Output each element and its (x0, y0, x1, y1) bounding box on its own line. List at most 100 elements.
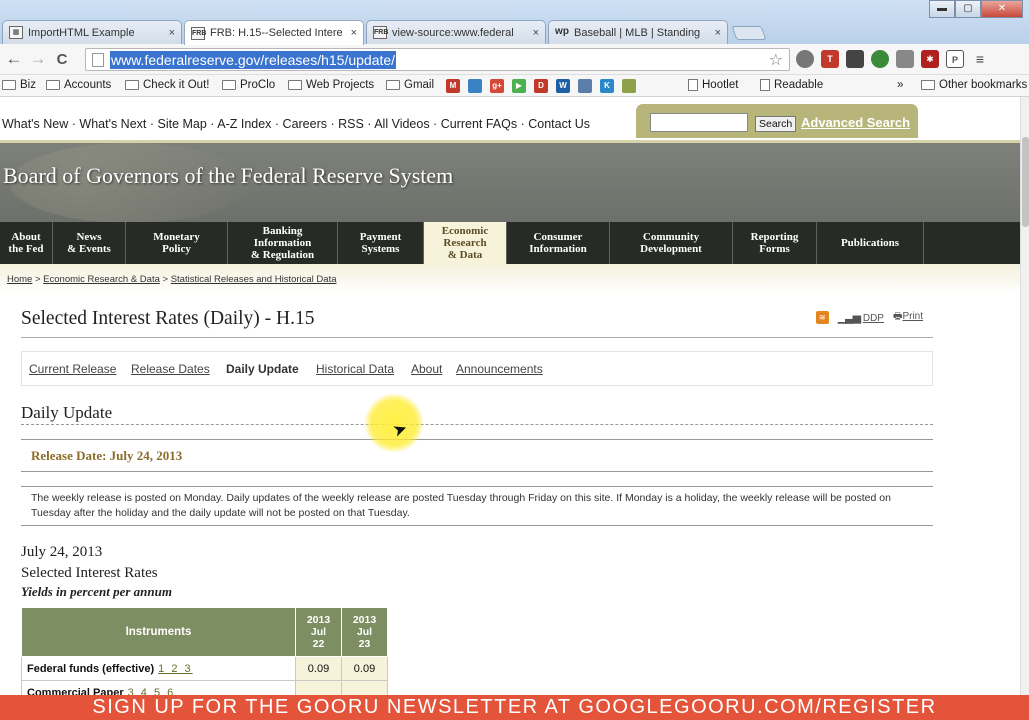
tab-title: ImportHTML Example (28, 26, 135, 39)
drive-icon[interactable] (468, 79, 482, 93)
p-extension-icon[interactable]: P (946, 50, 964, 68)
folder-icon (386, 80, 400, 90)
url-text[interactable]: www.federalreserve.gov/releases/h15/upda… (110, 50, 397, 69)
subnav-release-dates[interactable]: Release Dates (131, 362, 210, 376)
address-bar[interactable]: www.federalreserve.gov/releases/h15/upda… (85, 48, 790, 71)
footnote-links[interactable]: 1 2 3 (158, 663, 192, 675)
header-year: 2013 (306, 614, 331, 626)
tab-view-source[interactable]: FRB view-source:www.federal × (366, 20, 546, 44)
window-close-button[interactable]: ✕ (981, 0, 1023, 18)
nav-banking-regulation[interactable]: Banking Information & Regulation (228, 222, 338, 264)
nav-payment-systems[interactable]: Payment Systems (338, 222, 424, 264)
tab-frb-h15[interactable]: FRB FRB: H.15--Selected Intere × (184, 20, 364, 45)
site-title[interactable]: Board of Governors of the Federal Reserv… (3, 163, 453, 189)
subnav-about[interactable]: About (411, 362, 442, 376)
forward-arrow-icon[interactable]: → (26, 49, 50, 69)
bookmark-readable[interactable]: Readable (760, 79, 823, 91)
subnav-historical-data[interactable]: Historical Data (316, 362, 394, 376)
bookmark-label: Web Projects (306, 79, 375, 91)
k-icon[interactable]: K (600, 79, 614, 93)
tag-extension-icon[interactable] (896, 50, 914, 68)
newsletter-overlay-banner: SIGN UP FOR THE GOORU NEWSLETTER AT GOOG… (0, 695, 1029, 720)
chevron-right-icon: » (897, 79, 904, 91)
window-controls: ▬ ▢ ✕ (929, 0, 1023, 18)
play-icon[interactable]: ▶ (512, 79, 526, 93)
reload-icon[interactable]: C (50, 51, 74, 68)
bookmark-folder-gmail[interactable]: Gmail (386, 79, 434, 91)
gmail-icon[interactable]: M (446, 79, 460, 93)
nav-economic-research-data[interactable]: Economic Research & Data (424, 222, 507, 264)
tab-title: FRB: H.15--Selected Intere (210, 27, 343, 39)
bookmark-folder-check-it-out[interactable]: Check it Out! (125, 79, 209, 91)
bookmarks-overflow-button[interactable]: » (897, 79, 903, 91)
close-icon[interactable]: × (715, 27, 721, 39)
rate-value: 0.09 (341, 656, 388, 681)
wp-icon: wp (555, 26, 569, 37)
notice-top-rule (21, 486, 933, 487)
breadcrumb-economic-research[interactable]: Economic Research & Data (43, 274, 160, 285)
page-icon (688, 79, 698, 91)
subnav-announcements[interactable]: Announcements (456, 362, 543, 376)
bookmark-folder-web-projects[interactable]: Web Projects (288, 79, 374, 91)
nav-reporting-forms[interactable]: Reporting Forms (733, 222, 817, 264)
nav-community-development[interactable]: Community Development (610, 222, 733, 264)
subnav-daily-update[interactable]: Daily Update (226, 362, 299, 376)
subnav-current-release[interactable]: Current Release (29, 362, 116, 376)
close-icon[interactable]: × (351, 27, 357, 39)
bookmark-folder-proclo[interactable]: ProClo (222, 79, 275, 91)
menu-icon[interactable]: ≡ (971, 50, 989, 68)
nav-consumer-information[interactable]: Consumer Information (507, 222, 610, 264)
breadcrumb-home[interactable]: Home (7, 274, 32, 285)
tab-importhtml[interactable]: ▦ ImportHTML Example × (2, 20, 182, 44)
tab-title: Baseball | MLB | Standing (574, 26, 701, 39)
headphones-icon[interactable] (796, 50, 814, 68)
folder-icon (2, 80, 16, 90)
bookmark-label: Biz (20, 79, 36, 91)
leaf-icon[interactable] (622, 79, 636, 93)
close-icon[interactable]: × (169, 27, 175, 39)
new-tab-button[interactable] (731, 26, 767, 40)
minimize-button[interactable]: ▬ (929, 0, 955, 18)
td-icon[interactable]: D (534, 79, 548, 93)
utility-links[interactable]: What's New · What's Next · Site Map · A-… (2, 117, 590, 131)
advanced-search-link[interactable]: Advanced Search (801, 115, 910, 130)
google-plus-icon[interactable]: g+ (490, 79, 504, 93)
search-button[interactable]: Search (755, 116, 797, 132)
print-link[interactable]: 🖶Print (893, 309, 923, 326)
browser-toolbar: ← → C www.federalreserve.gov/releases/h1… (0, 44, 1029, 75)
puzzle-extension-icon[interactable] (846, 50, 864, 68)
leaf-extension-icon[interactable] (871, 50, 889, 68)
rss-icon[interactable]: ≋ (815, 311, 829, 324)
bookmark-folder-biz[interactable]: Biz (2, 79, 36, 91)
scrollbar-thumb[interactable] (1022, 137, 1029, 227)
page-scrollbar[interactable] (1020, 97, 1029, 695)
folder-icon (125, 80, 139, 90)
page-icon (760, 79, 770, 91)
browser-tabstrip: ▦ ImportHTML Example × FRB FRB: H.15--Se… (0, 0, 1029, 45)
breadcrumb-bar: Home > Economic Research & Data > Statis… (0, 264, 1020, 294)
tab-baseball[interactable]: wp Baseball | MLB | Standing × (548, 20, 728, 44)
bookmark-folder-accounts[interactable]: Accounts (46, 79, 111, 91)
asterisk-extension-icon[interactable]: ✱ (921, 50, 939, 68)
back-arrow-icon[interactable]: ← (2, 49, 26, 69)
search-input[interactable] (650, 113, 748, 132)
release-notice: The weekly release is posted on Monday. … (31, 492, 891, 519)
bookmark-star-icon[interactable]: ☆ (769, 50, 783, 70)
sheets-icon: ▦ (9, 26, 23, 39)
nav-publications[interactable]: Publications (817, 222, 924, 264)
breadcrumb-statistical-releases[interactable]: Statistical Releases and Historical Data (171, 274, 337, 285)
bookmark-label: Accounts (64, 79, 112, 91)
ddp-link[interactable]: ▁▃▅ DDP (838, 311, 884, 324)
release-bottom-rule (21, 471, 933, 472)
nav-news-events[interactable]: News & Events (53, 222, 126, 264)
t10-extension-icon[interactable]: T (821, 50, 839, 68)
nav-about-the-fed[interactable]: About the Fed (0, 222, 53, 264)
bookmark-folder-other[interactable]: Other bookmarks (921, 79, 1027, 91)
close-icon[interactable]: × (533, 27, 539, 39)
bookmark-hootlet[interactable]: Hootlet (688, 79, 738, 91)
page-title: Selected Interest Rates (Daily) - H.15 (21, 308, 315, 329)
nav-monetary-policy[interactable]: Monetary Policy (126, 222, 228, 264)
chart-icon[interactable] (578, 79, 592, 93)
maximize-button[interactable]: ▢ (955, 0, 981, 18)
wj-icon[interactable]: W (556, 79, 570, 93)
